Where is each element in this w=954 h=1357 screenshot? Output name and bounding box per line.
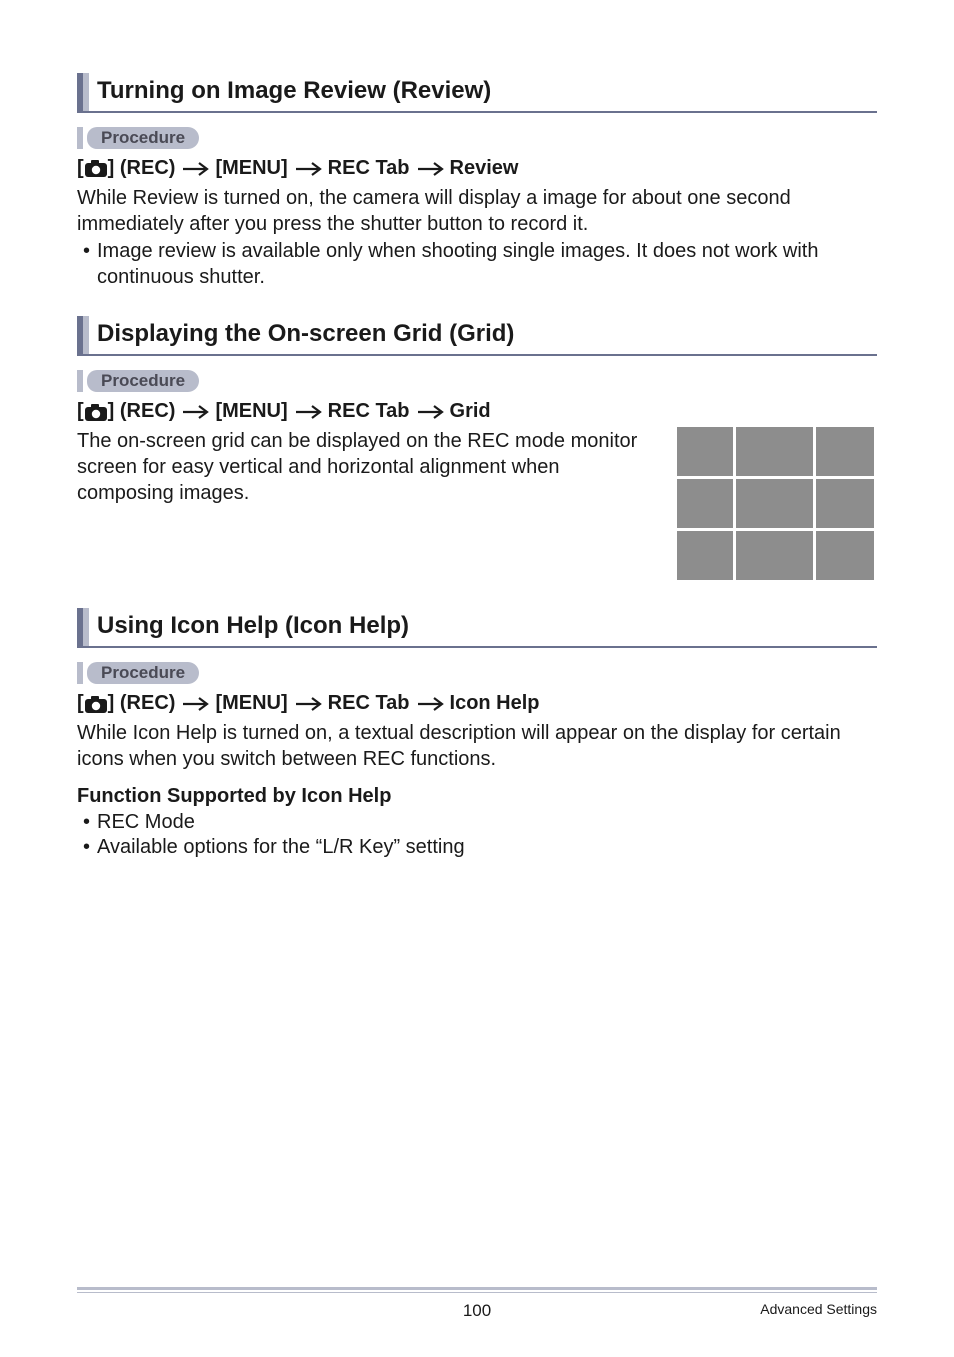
arrow-icon — [416, 160, 444, 178]
path-segment: [] (REC) — [77, 692, 175, 715]
camera-icon — [84, 695, 108, 714]
footer-label: Advanced Settings — [760, 1301, 877, 1317]
camera-icon — [84, 159, 108, 178]
grid-section-row: The on-screen grid can be displayed on t… — [77, 429, 877, 580]
body-text: While Review is turned on, the camera wi… — [77, 186, 877, 237]
procedure-curve — [87, 662, 97, 684]
path-text: REC Tab — [328, 692, 410, 715]
heading-bar-light — [83, 316, 89, 354]
arrow-icon — [294, 695, 322, 713]
path-text: [MENU] — [215, 400, 287, 423]
arrow-icon — [294, 160, 322, 178]
procedure-curve — [87, 127, 97, 149]
arrow-icon — [181, 160, 209, 178]
path-text: Review — [450, 157, 519, 180]
path-text: (REC) — [120, 400, 176, 422]
arrow-icon — [416, 403, 444, 421]
bullet-list: REC Mode Available options for the “L/R … — [77, 810, 877, 861]
path-segment: [] (REC) — [77, 157, 175, 180]
footer-rule-thin — [77, 1292, 877, 1293]
list-item: Image review is available only when shoo… — [83, 239, 877, 290]
camera-icon — [84, 403, 108, 422]
procedure-bar — [77, 127, 83, 149]
body-text: While Icon Help is turned on, a textual … — [77, 721, 877, 772]
heading-bar-light — [83, 608, 89, 646]
procedure-tag: Procedure — [77, 662, 877, 684]
arrow-icon — [181, 403, 209, 421]
section-heading: Using Icon Help (Icon Help) — [77, 608, 877, 648]
section-heading: Displaying the On-screen Grid (Grid) — [77, 316, 877, 356]
section-title: Displaying the On-screen Grid (Grid) — [97, 316, 514, 354]
body-text: The on-screen grid can be displayed on t… — [77, 429, 641, 506]
path-segment: [] (REC) — [77, 400, 175, 423]
arrow-icon — [181, 695, 209, 713]
procedure-label: Procedure — [97, 662, 199, 684]
footer-rule — [77, 1287, 877, 1290]
section-title: Using Icon Help (Icon Help) — [97, 608, 409, 646]
page-footer: 100 Advanced Settings — [77, 1287, 877, 1317]
procedure-bar — [77, 662, 83, 684]
arrow-icon — [416, 695, 444, 713]
path-text: [MENU] — [215, 157, 287, 180]
list-item: Available options for the “L/R Key” sett… — [83, 835, 877, 861]
procedure-curve — [87, 370, 97, 392]
path-text: [MENU] — [215, 692, 287, 715]
section-heading: Turning on Image Review (Review) — [77, 73, 877, 113]
subheading: Function Supported by Icon Help — [77, 785, 877, 808]
heading-bar-light — [83, 73, 89, 111]
section-title: Turning on Image Review (Review) — [97, 73, 491, 111]
procedure-tag: Procedure — [77, 127, 877, 149]
grid-illustration — [677, 427, 877, 580]
procedure-label: Procedure — [97, 370, 199, 392]
arrow-icon — [294, 403, 322, 421]
procedure-bar — [77, 370, 83, 392]
menu-path: [] (REC) [MENU] REC Tab Icon Help — [77, 692, 877, 715]
procedure-label: Procedure — [97, 127, 199, 149]
bullet-list: Image review is available only when shoo… — [77, 239, 877, 290]
menu-path: [] (REC) [MENU] REC Tab Grid — [77, 400, 877, 423]
page-number: 100 — [463, 1301, 491, 1321]
path-text: REC Tab — [328, 157, 410, 180]
procedure-tag: Procedure — [77, 370, 877, 392]
path-text: Icon Help — [450, 692, 540, 715]
menu-path: [] (REC) [MENU] REC Tab Review — [77, 157, 877, 180]
path-text: (REC) — [120, 692, 176, 714]
path-text: Grid — [450, 400, 491, 423]
list-item: REC Mode — [83, 810, 877, 836]
path-text: (REC) — [120, 157, 176, 179]
path-text: REC Tab — [328, 400, 410, 423]
